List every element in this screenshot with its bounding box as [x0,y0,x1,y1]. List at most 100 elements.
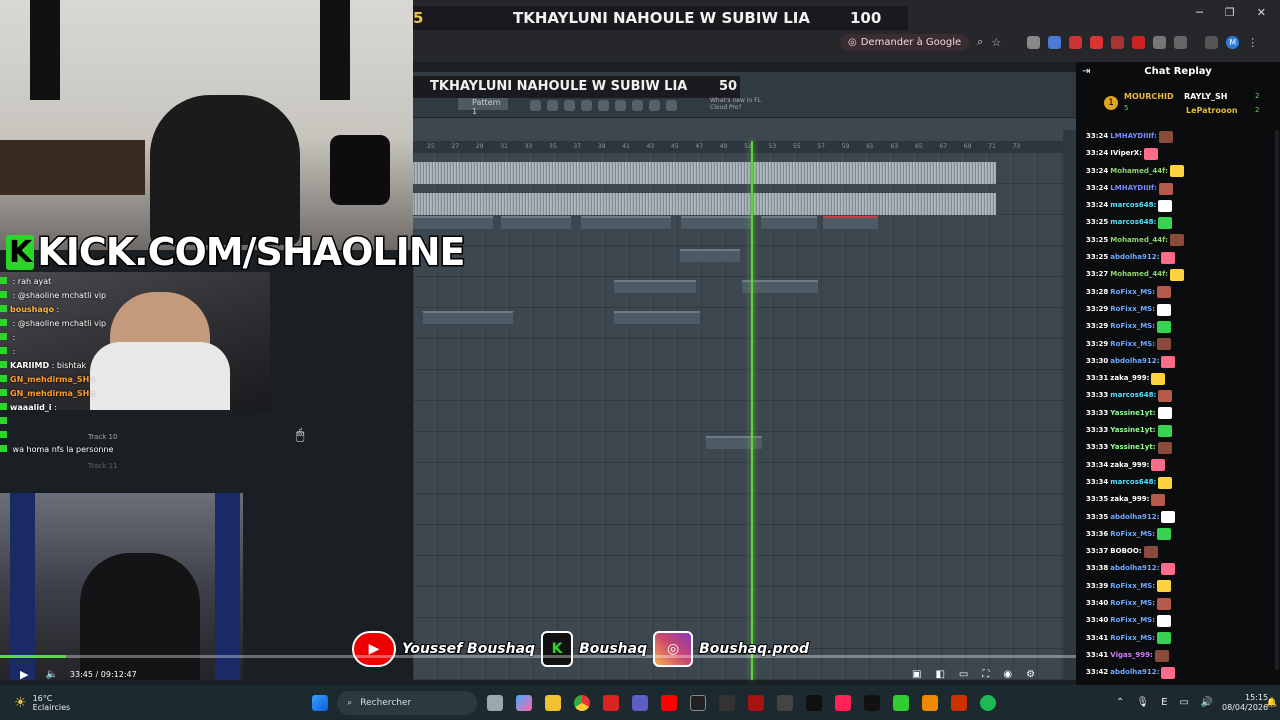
task-view-icon[interactable] [487,694,504,711]
chat-username[interactable]: RoFixx_MS: [1110,301,1155,318]
extension-icon[interactable] [1048,35,1062,49]
playlist-scrollbar[interactable] [1063,130,1076,680]
theater-icon[interactable]: ▭ [959,669,968,680]
collapse-chat-icon[interactable]: ⇥ [1082,62,1090,82]
notification-icon[interactable]: 🔔 [1266,698,1277,708]
chat-message[interactable]: 33:31 zaka_999: [1086,370,1271,387]
app-icon[interactable] [777,694,794,711]
audio-clip[interactable] [423,311,513,324]
chat-username[interactable]: RoFixx_MS: [1110,284,1155,301]
chat-scrollbar[interactable] [1275,130,1279,670]
brave-icon[interactable] [835,694,852,711]
audio-clip[interactable] [681,216,753,229]
chat-message[interactable]: 33:27 Mohamed_44f: [1086,266,1271,283]
chat-username[interactable]: abdolha912: [1110,560,1159,577]
tray-chevron-icon[interactable]: ⌃ [1116,697,1124,708]
chat-username[interactable]: RoFixx_MS: [1110,318,1155,335]
chat-username[interactable]: RoFixx_MS: [1110,630,1155,647]
app-icon[interactable] [893,694,910,711]
fl-studio-icon[interactable] [690,694,707,711]
audio-clip[interactable] [680,249,740,262]
chat-message[interactable]: 33:37 BOBOO: [1086,543,1271,560]
video-progress-track[interactable] [0,655,1076,658]
minimize-icon[interactable]: ─ [1196,6,1203,19]
chat-message[interactable]: 33:33 Yassine1yt: [1086,422,1271,439]
chat-message[interactable]: 33:36 RoFixx_MS: [1086,526,1271,543]
chat-message[interactable]: 33:24 LMHAYDIIIf: [1086,128,1271,145]
chat-username[interactable]: marcos648: [1110,474,1156,491]
chat-username[interactable]: Yassine1yt: [1110,405,1155,422]
tool-icon[interactable] [615,100,626,111]
chat-username[interactable]: zaka_999: [1110,457,1149,474]
audio-clip[interactable] [706,436,762,449]
mic-icon[interactable]: 🎙 [1136,697,1149,708]
tool-icon[interactable] [530,100,541,111]
taskbar-search-box[interactable]: ⌕ Rechercher [337,690,478,715]
timeline-ruler[interactable]: 25 27 29 31 33 35 37 39 41 43 45 47 49 51 53 55 57 59 61 63… [413,141,1063,153]
tool-icon[interactable] [564,100,575,111]
chat-message[interactable]: 33:30 abdolha912: [1086,353,1271,370]
chat-username[interactable]: zaka_999: [1110,491,1149,508]
pip-icon[interactable]: ▣ [912,669,921,680]
chat-message[interactable]: 33:33 Yassine1yt: [1086,439,1271,456]
spotify-icon[interactable] [980,694,997,711]
chat-message[interactable]: 33:33 Yassine1yt: [1086,405,1271,422]
chat-message[interactable]: 33:42 abdolha912: [1086,664,1271,681]
audio-clip[interactable] [761,216,817,229]
audio-clip[interactable] [823,216,878,229]
restore-icon[interactable]: ❐ [1225,6,1235,19]
chat-message[interactable]: 33:33 marcos648: [1086,387,1271,404]
chat-username[interactable]: abdolha912: [1110,353,1159,370]
autoplay-icon[interactable]: ◉ [1003,669,1012,680]
app-icon[interactable] [719,694,736,711]
chat-message[interactable]: 33:24 marcos648: [1086,197,1271,214]
chat-message[interactable]: 33:29 RoFixx_MS: [1086,301,1271,318]
chat-message[interactable]: 33:40 RoFixx_MS: [1086,595,1271,612]
chat-username[interactable]: marcos648: [1110,387,1156,404]
chat-username[interactable]: marcos648: [1110,214,1156,231]
extensions-puzzle-icon[interactable] [1174,35,1188,49]
chat-message[interactable]: 33:24 IViperX: [1086,145,1271,162]
app-icon[interactable] [806,694,823,711]
chat-username[interactable]: RoFixx_MS: [1110,595,1155,612]
audio-clip[interactable] [581,216,671,229]
chat-username[interactable]: RoFixx_MS: [1110,336,1155,353]
extension-icon[interactable] [1132,35,1146,49]
extension-icon[interactable] [1069,35,1083,49]
chat-username[interactable]: abdolha912: [1110,249,1159,266]
close-icon[interactable]: ✕ [1257,6,1266,19]
playhead-marker[interactable] [751,141,753,680]
acrobat-icon[interactable] [603,694,620,711]
chat-username[interactable]: zaka_999: [1110,370,1149,387]
tool-icon[interactable] [598,100,609,111]
menu-kebab-icon[interactable]: ⋮ [1247,36,1258,49]
copilot-icon[interactable] [516,694,533,711]
audio-clip[interactable] [742,280,818,293]
app-icon[interactable] [951,694,968,711]
chat-username[interactable]: Vigas_999: [1110,647,1153,664]
chat-message[interactable]: 33:35 zaka_999: [1086,491,1271,508]
audio-clip-waveform[interactable] [413,162,996,184]
language-indicator[interactable]: E [1161,697,1167,708]
tool-icon[interactable] [649,100,660,111]
app-icon[interactable] [922,694,939,711]
pattern-selector[interactable]: Pattern 1 [458,98,508,116]
profile-avatar[interactable]: M [1226,35,1240,49]
chat-username[interactable]: Yassine1yt: [1110,422,1155,439]
app-icon[interactable] [748,694,765,711]
chat-username[interactable]: Mohamed_44f: [1110,232,1168,249]
chat-message[interactable]: 33:25 marcos648: [1086,214,1271,231]
chat-username[interactable]: RoFixx_MS: [1110,578,1155,595]
settings-gear-icon[interactable]: ⚙ [1026,669,1035,680]
start-windows-icon[interactable] [312,694,329,711]
miniplayer-icon[interactable]: ◧ [935,669,944,680]
chat-message[interactable]: 33:25 abdolha912: [1086,249,1271,266]
bookmark-star-icon[interactable]: ☆ [991,36,1001,49]
chat-message[interactable]: 33:25 Mohamed_44f: [1086,232,1271,249]
chrome-icon[interactable] [574,694,591,711]
chat-username[interactable]: BOBOO: [1110,543,1141,560]
clock[interactable]: 15:15 08/04/2026 [1222,693,1268,713]
fullscreen-icon[interactable]: ⛶ [982,669,989,680]
tool-icon[interactable] [666,100,677,111]
chat-username[interactable]: abdolha912: [1110,664,1159,681]
